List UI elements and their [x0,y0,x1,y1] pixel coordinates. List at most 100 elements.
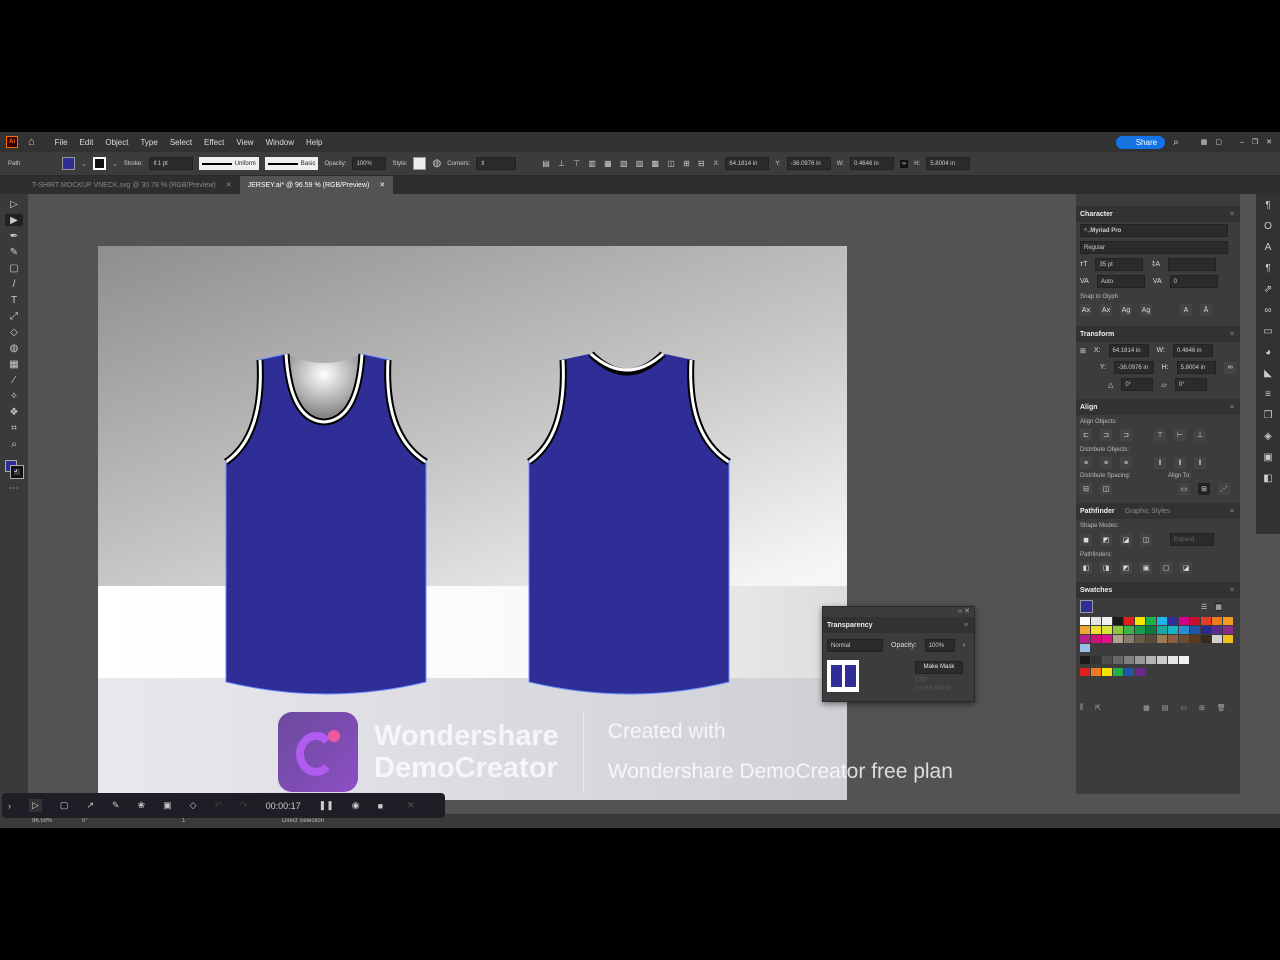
align-left-icon[interactable]: ⊏ [1080,429,1092,441]
swatch[interactable] [1102,635,1112,643]
paintbrush-tool-icon[interactable]: / [5,278,23,290]
pathfinder-panel-header[interactable]: Pathfinder Graphic Styles ≡ [1076,503,1240,519]
y-field[interactable]: -36.0976 in [786,157,831,170]
type-tool-icon[interactable]: T [5,294,23,306]
direct-selection-tool-icon[interactable]: ▶ [5,214,23,226]
dist-space-v-icon[interactable]: ⊟ [1080,483,1092,495]
swatch[interactable] [1091,617,1101,625]
pen-tool-icon[interactable]: ✎ [112,800,120,811]
align-panel-header[interactable]: Align ≡ [1076,399,1240,415]
dist-hcenter-icon[interactable]: ‖ [1174,457,1186,469]
align-hcenter-icon[interactable]: ⊐ [1100,429,1112,441]
chevron-down-icon[interactable]: ⌄ [81,160,87,168]
swatch[interactable] [1190,626,1200,634]
grid-view-icon[interactable]: ▦ [1215,602,1222,611]
menu-window[interactable]: Window [260,138,300,147]
selection-tool-icon[interactable]: ▷ [5,198,23,210]
curvature-tool-icon[interactable]: ✎ [5,246,23,258]
brush-definition[interactable]: Basic [264,157,319,170]
align-right-icon[interactable]: ⊐ [1120,429,1132,441]
expand-button[interactable]: Expand [1170,533,1214,546]
stroke-swatch[interactable] [92,157,106,170]
outline-icon[interactable]: ▢ [1160,562,1172,574]
dist-vcenter-icon[interactable]: ≡ [1100,457,1112,469]
dist-space-h-icon[interactable]: ◫ [1100,483,1112,495]
swatch[interactable] [1223,626,1233,634]
links-icon[interactable]: ∞ [1264,305,1271,316]
eyedropper-tool-icon[interactable]: ⁄ [5,374,23,386]
variable-width-profile[interactable]: Uniform [198,157,259,170]
swatch[interactable] [1168,617,1178,625]
tab-pathfinder[interactable]: Pathfinder [1080,508,1115,515]
make-mask-button[interactable]: Make Mask [915,660,963,674]
swatch[interactable] [1091,668,1101,676]
search-icon[interactable]: ⌕ [1173,137,1179,148]
gradient-icon[interactable]: ◣ [1264,368,1272,379]
new-swatch-icon[interactable]: ⊞ [1199,704,1205,712]
stop-button[interactable]: ■ [378,801,383,811]
chevron-down-icon[interactable]: ⌄ [112,160,118,168]
swatch[interactable] [1190,617,1200,625]
mask-thumbnail[interactable] [827,660,859,692]
align-to-artboard-icon[interactable]: ▭ [1178,483,1190,495]
swatch[interactable] [1102,617,1112,625]
h-field[interactable]: 5.8004 in [926,157,971,170]
rectangle-tool-icon[interactable]: ▢ [5,262,23,274]
swatch[interactable] [1113,626,1123,634]
font-style-field[interactable]: Regular [1080,241,1228,254]
w-field[interactable]: 0.4646 in [849,157,894,170]
arrange-documents-icon[interactable]: ▦ [1201,138,1208,146]
swatch[interactable] [1179,635,1189,643]
snap-glyph-bounds-button[interactable]: Ag [1120,304,1132,316]
symbol-sprayer-tool-icon[interactable]: ❖ [5,406,23,418]
swatch[interactable] [1135,617,1145,625]
swatch[interactable] [1212,635,1222,643]
corners-field[interactable]: ⇕ [476,157,517,170]
rotation-value[interactable]: 0° [82,818,152,824]
opentype-icon[interactable]: O [1264,221,1272,232]
swatch[interactable] [1223,635,1233,643]
x-field[interactable]: 64.1814 in [725,157,770,170]
swatch[interactable] [1135,668,1145,676]
invert-mask-checkbox[interactable]: Invert Mask [915,685,963,692]
minimize-button[interactable]: – [1240,139,1244,146]
menu-file[interactable]: File [49,138,74,147]
webcam-icon[interactable]: ◉ [352,800,360,811]
swatch[interactable] [1212,626,1222,634]
pause-button[interactable]: ❚❚ [319,800,334,811]
asset-export-icon[interactable]: ▣ [1263,452,1272,463]
new-group-icon[interactable]: ▭ [1180,704,1187,712]
swatch[interactable] [1113,617,1123,625]
clip-checkbox[interactable]: Clip [915,676,963,683]
swatch[interactable] [1113,668,1123,676]
tab-graphic-styles[interactable]: Graphic Styles [1125,508,1171,515]
swatch-libraries-icon[interactable]: ⫼ [1080,704,1083,712]
snap-angular-button[interactable]: A [1180,304,1192,316]
text-tool-icon[interactable]: ▣ [163,800,172,811]
snap-proximity-button[interactable]: Ag [1140,304,1152,316]
expand-icon[interactable]: › [8,801,11,811]
swatch[interactable] [1124,617,1134,625]
swatch[interactable] [1157,635,1167,643]
trim-icon[interactable]: ◨ [1100,562,1112,574]
shape-builder-tool-icon[interactable]: ◍ [5,342,23,354]
close-tab-icon[interactable]: ✕ [226,181,232,189]
panel-menu-icon[interactable]: ≡ [1230,211,1234,218]
swatch[interactable] [1135,626,1145,634]
exclude-icon[interactable]: ◫ [1140,533,1152,546]
crop-icon[interactable]: ▣ [1140,562,1152,574]
eraser-icon[interactable]: ◇ [190,800,197,811]
swatch[interactable] [1080,644,1090,652]
snap-anchor-button[interactable]: Ā [1200,304,1212,316]
character-panel-header[interactable]: Character ≡ [1076,206,1240,222]
menu-help[interactable]: Help [300,138,328,147]
color-guide-icon[interactable]: ◕ [1265,347,1271,358]
swatch[interactable] [1113,635,1123,643]
close-tab-icon[interactable]: ✕ [379,181,385,189]
jersey-back[interactable] [527,350,733,700]
artboard-tool-icon[interactable]: ⌗ [5,422,23,434]
swatch[interactable] [1168,635,1178,643]
swatches-panel-header[interactable]: Swatches ≡ [1076,582,1240,598]
zoom-level[interactable]: 96.59% [32,818,82,824]
transform-panel-header[interactable]: Transform ≡ [1076,326,1240,342]
